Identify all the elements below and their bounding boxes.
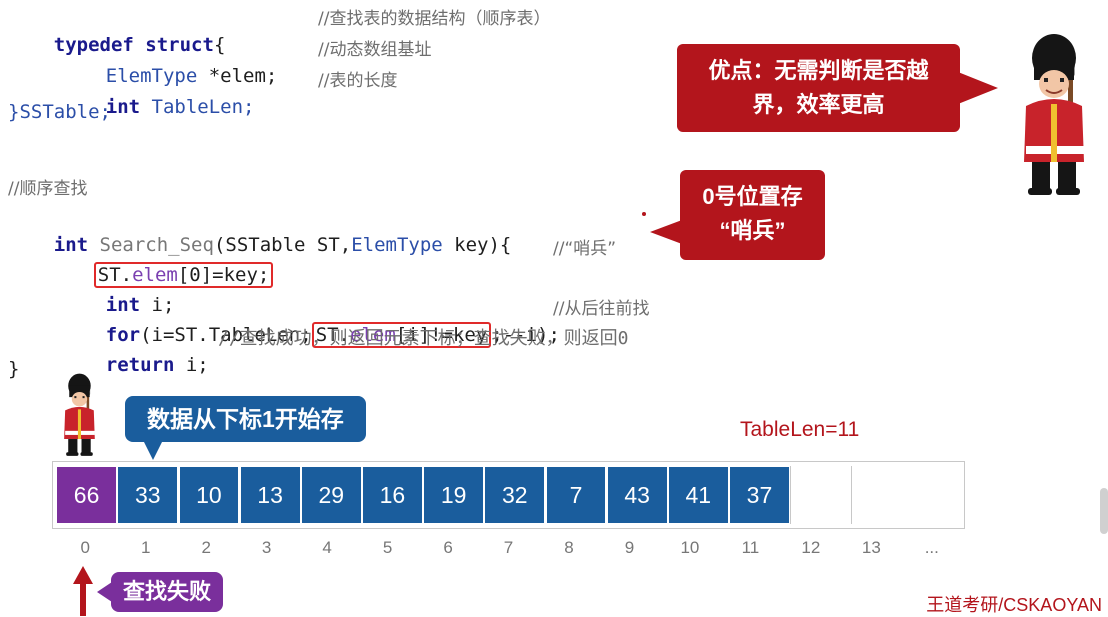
array-cell xyxy=(790,466,852,524)
comment-seq-search: //顺序查找 xyxy=(8,179,88,199)
sentinel-callout: 0号位置存 “哨兵” xyxy=(650,170,825,260)
kw-return: return xyxy=(105,354,175,376)
array-index: 9 xyxy=(624,538,635,557)
array-index: 7 xyxy=(503,538,514,557)
tablelen-decl: TableLen; xyxy=(140,96,255,118)
code-line-6: int Search_Seq(SSTable ST,ElemType key){ xyxy=(8,206,512,256)
array-index: 11 xyxy=(741,538,760,557)
comment-return: //查找成功，则返回元素下标；查找失败，则返回0 xyxy=(218,328,629,349)
array-cell: 41 xyxy=(667,466,729,524)
array-index: ... xyxy=(924,538,939,557)
type-elemtype: ElemType xyxy=(351,234,443,256)
array-cell: 43 xyxy=(606,466,668,524)
array-cell: 32 xyxy=(484,466,546,524)
array-cell: 29 xyxy=(300,466,362,524)
code-line-10: return i; xyxy=(60,326,209,376)
array-index: 2 xyxy=(201,538,211,557)
array-index: 13 xyxy=(861,538,881,557)
watermark: 王道考研/CSKAOYAN xyxy=(926,595,1102,615)
code-line-7: ST.elem[0]=key; xyxy=(48,236,274,288)
code-line-2: ElemType *elem; xyxy=(60,37,278,87)
code-line-3: int TableLen; xyxy=(60,68,255,118)
sentinel-assign: [0]=key; xyxy=(177,264,270,286)
comment-tablelen: //表的长度 xyxy=(318,71,398,91)
array-cell: 7 xyxy=(545,466,607,524)
array-index: 1 xyxy=(140,538,151,557)
comment-sentinel: //“哨兵” xyxy=(553,239,617,259)
advantage-line-2: 界，效率更高 xyxy=(752,92,885,117)
arrow-up-icon xyxy=(73,566,93,616)
array-cell: 19 xyxy=(423,466,485,524)
array-cell xyxy=(851,466,913,524)
array-index: 4 xyxy=(322,538,332,557)
sentinel-line-1: 0号位置存 xyxy=(702,184,803,209)
advantage-callout: 优点：无需判断是否越 界，效率更高 xyxy=(677,44,998,132)
array-index: 5 xyxy=(382,538,393,557)
marker-dot xyxy=(642,212,646,216)
advantage-line-1: 优点：无需判断是否越 xyxy=(708,58,929,83)
guard-large-icon xyxy=(1024,34,1084,195)
code-line-8: int i; xyxy=(60,266,175,316)
array-index: 8 xyxy=(564,538,574,557)
return-i: i; xyxy=(174,354,209,376)
comment-elem: //动态数组基址 xyxy=(318,40,432,60)
sentinel-line-2: “哨兵” xyxy=(719,218,786,243)
array-cell-sentinel: 66 xyxy=(56,466,117,524)
param-key: key){ xyxy=(442,234,512,256)
code-line-4: }SSTable; xyxy=(8,101,111,123)
array-index: 6 xyxy=(443,538,453,557)
code-line-1: typedef struct{ xyxy=(8,6,226,56)
array-index: 12 xyxy=(801,538,821,557)
code-line-9: for(i=ST.TableLen; ST.elem[i]!=key ;--i); xyxy=(60,296,560,348)
code-line-11: } xyxy=(8,358,20,380)
guard-small-icon xyxy=(64,373,95,456)
tablelen-label: TableLen=11 xyxy=(740,418,860,441)
array-cell: 10 xyxy=(178,466,240,524)
comment-backward: //从后往前找 xyxy=(553,299,650,319)
array-row: 66 33 10 13 29 16 19 32 7 43 41 37 xyxy=(52,461,965,529)
store-from-1-callout: 数据从下标1开始存 xyxy=(125,396,366,460)
array-cell: 13 xyxy=(239,466,301,524)
array-cell: 16 xyxy=(362,466,423,524)
scrollbar[interactable] xyxy=(1100,488,1108,534)
search-failed-callout: 查找失败 xyxy=(96,572,224,612)
array-index: 0 xyxy=(80,538,90,557)
array-index: 3 xyxy=(261,538,272,557)
array-index: 10 xyxy=(680,538,700,557)
comment-struct: //查找表的数据结构（顺序表） xyxy=(318,9,551,29)
index-row: 0 1 2 3 4 5 6 7 8 9 10 11 12 13... xyxy=(52,538,965,558)
array-cell: 33 xyxy=(117,466,179,524)
array-cell: 37 xyxy=(729,466,790,524)
